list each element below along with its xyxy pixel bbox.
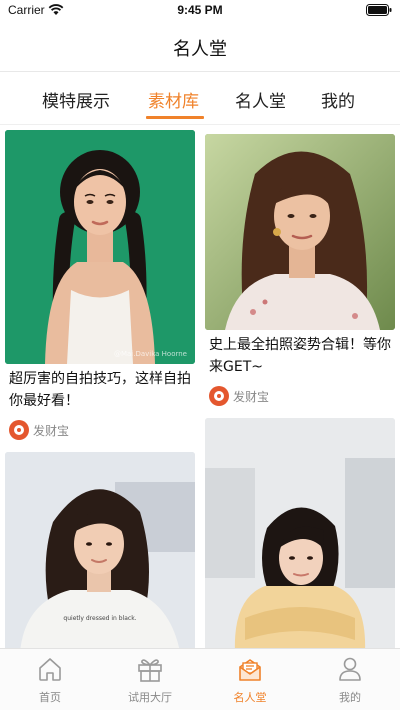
shirt-print: quietly dressed in black. (63, 615, 136, 622)
author-avatar (9, 420, 29, 440)
gift-icon (138, 659, 162, 682)
user-icon (339, 657, 361, 681)
photo-watermark: @Mai.Davika Hoorne (113, 350, 187, 358)
page-title: 名人堂 (173, 39, 227, 60)
status-bar: Carrier 9:45 PM (0, 0, 400, 22)
bottom-tab-bar: 首页 试用大厅 名人堂 我的 (0, 648, 400, 710)
tabbar-item-mine[interactable]: 我的 (300, 649, 400, 710)
tab-hall-of-fame[interactable]: 名人堂 (235, 87, 286, 112)
tabbar-item-trial-hall[interactable]: 试用大厅 (100, 649, 200, 710)
card-author[interactable]: 发财宝 (5, 412, 195, 440)
feed-card[interactable] (205, 418, 395, 648)
tabbar-label: 名人堂 (233, 691, 267, 704)
feed-card[interactable]: 史上最全拍照姿势合辑！等你来GET~ 发财宝 (205, 134, 395, 406)
author-name: 发财宝 (233, 389, 270, 404)
envelope-icon (239, 659, 261, 681)
tabbar-item-home[interactable]: 首页 (0, 649, 100, 710)
tab-mine[interactable]: 我的 (321, 87, 355, 112)
photo-woman-white-tshirt[interactable]: quietly dressed in black. (5, 452, 195, 648)
author-avatar (209, 386, 229, 406)
feed-card[interactable]: quietly dressed in black. (5, 452, 195, 648)
photo-woman-braids[interactable]: @Mai.Davika Hoorne (5, 130, 195, 364)
navigation-bar: 名人堂 (0, 22, 400, 72)
feed-card[interactable]: @Mai.Davika Hoorne 超厉害的自拍技巧，这样自拍你最好看！ 发财… (5, 130, 195, 440)
tab-material-library[interactable]: 素材库 (148, 87, 199, 112)
card-author[interactable]: 发财宝 (205, 378, 395, 406)
category-tabs: 模特展示 素材库 名人堂 我的 (0, 73, 400, 125)
card-title[interactable]: 史上最全拍照姿势合辑！等你来GET~ (205, 330, 395, 378)
portrait-illustration (205, 134, 395, 330)
tab-model-showcase[interactable]: 模特展示 (42, 87, 110, 112)
author-name: 发财宝 (33, 423, 70, 438)
tabbar-item-hall-of-fame[interactable]: 名人堂 (200, 649, 300, 710)
portrait-illustration: quietly dressed in black. (5, 452, 195, 648)
tabbar-label: 试用大厅 (128, 691, 172, 704)
card-title[interactable]: 超厉害的自拍技巧，这样自拍你最好看！ (5, 364, 195, 412)
tabbar-label: 首页 (39, 691, 61, 704)
photo-woman-long-hair[interactable] (205, 134, 395, 330)
active-tab-indicator (146, 116, 204, 119)
home-icon (39, 658, 61, 681)
photo-woman-yellow-sweater[interactable] (205, 418, 395, 648)
material-feed[interactable]: @Mai.Davika Hoorne 超厉害的自拍技巧，这样自拍你最好看！ 发财… (0, 126, 400, 648)
battery-icon (366, 4, 392, 16)
portrait-illustration (5, 130, 195, 364)
portrait-illustration (205, 418, 395, 648)
status-time: 9:45 PM (177, 3, 223, 17)
tabbar-label: 我的 (339, 691, 361, 704)
